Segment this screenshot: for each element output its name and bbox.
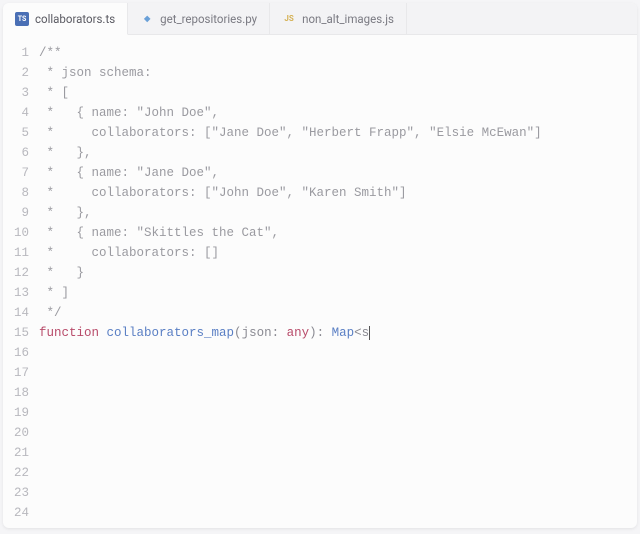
- line-number: 10: [3, 223, 29, 243]
- code-editor[interactable]: 123456789101112131415161718192021222324 …: [3, 35, 637, 528]
- code-line[interactable]: * { name: "John Doe",: [39, 103, 637, 123]
- code-line[interactable]: [39, 363, 637, 383]
- code-line[interactable]: [39, 403, 637, 423]
- code-line[interactable]: function collaborators_map(json: any): M…: [39, 323, 637, 343]
- python-icon: ◆: [140, 12, 154, 26]
- line-number: 20: [3, 423, 29, 443]
- javascript-icon: JS: [282, 12, 296, 26]
- tab-collaborators-ts[interactable]: TS collaborators.ts: [3, 3, 128, 35]
- code-line[interactable]: [39, 503, 637, 523]
- line-number: 8: [3, 183, 29, 203]
- code-line[interactable]: [39, 463, 637, 483]
- line-number: 19: [3, 403, 29, 423]
- line-number: 3: [3, 83, 29, 103]
- code-line[interactable]: [39, 383, 637, 403]
- typescript-icon: TS: [15, 12, 29, 26]
- code-line[interactable]: * }: [39, 263, 637, 283]
- tab-non-alt-images-js[interactable]: JS non_alt_images.js: [270, 3, 407, 34]
- line-number: 23: [3, 483, 29, 503]
- code-line[interactable]: * json schema:: [39, 63, 637, 83]
- line-number: 17: [3, 363, 29, 383]
- code-line[interactable]: * [: [39, 83, 637, 103]
- code-line[interactable]: * collaborators: ["Jane Doe", "Herbert F…: [39, 123, 637, 143]
- text-cursor: [369, 326, 370, 340]
- line-number: 21: [3, 443, 29, 463]
- code-line[interactable]: * { name: "Skittles the Cat",: [39, 223, 637, 243]
- editor-container: TS collaborators.ts ◆ get_repositories.p…: [3, 3, 637, 528]
- line-number: 6: [3, 143, 29, 163]
- line-number: 2: [3, 63, 29, 83]
- tab-bar: TS collaborators.ts ◆ get_repositories.p…: [3, 3, 637, 35]
- code-line[interactable]: [39, 443, 637, 463]
- line-number: 5: [3, 123, 29, 143]
- code-line[interactable]: [39, 483, 637, 503]
- tab-get-repositories-py[interactable]: ◆ get_repositories.py: [128, 3, 270, 34]
- code-line[interactable]: * collaborators: []: [39, 243, 637, 263]
- code-line[interactable]: [39, 343, 637, 363]
- line-number: 24: [3, 503, 29, 523]
- line-number: 9: [3, 203, 29, 223]
- line-number: 14: [3, 303, 29, 323]
- code-line[interactable]: */: [39, 303, 637, 323]
- line-number: 12: [3, 263, 29, 283]
- code-line[interactable]: * },: [39, 143, 637, 163]
- line-number: 18: [3, 383, 29, 403]
- tab-label: non_alt_images.js: [302, 12, 394, 26]
- line-number-gutter: 123456789101112131415161718192021222324: [3, 43, 39, 528]
- line-number: 4: [3, 103, 29, 123]
- code-line[interactable]: * { name: "Jane Doe",: [39, 163, 637, 183]
- code-content[interactable]: /** * json schema: * [ * { name: "John D…: [39, 43, 637, 528]
- line-number: 11: [3, 243, 29, 263]
- tab-label: collaborators.ts: [35, 12, 115, 26]
- line-number: 22: [3, 463, 29, 483]
- code-line[interactable]: * },: [39, 203, 637, 223]
- line-number: 16: [3, 343, 29, 363]
- code-line[interactable]: * collaborators: ["John Doe", "Karen Smi…: [39, 183, 637, 203]
- line-number: 13: [3, 283, 29, 303]
- code-line[interactable]: [39, 423, 637, 443]
- code-line[interactable]: * ]: [39, 283, 637, 303]
- line-number: 7: [3, 163, 29, 183]
- line-number: 15: [3, 323, 29, 343]
- line-number: 1: [3, 43, 29, 63]
- code-line[interactable]: /**: [39, 43, 637, 63]
- tab-label: get_repositories.py: [160, 12, 257, 26]
